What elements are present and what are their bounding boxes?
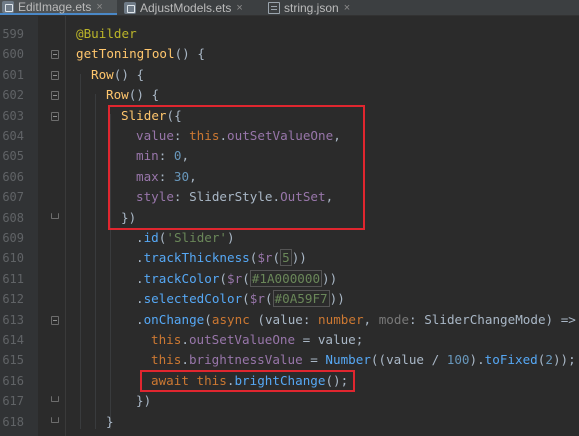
line-number: 599 [2,27,24,41]
code-line: 604 value: this.outSetValueOne, [0,126,579,146]
code-text: }) [121,209,137,225]
close-icon[interactable]: × [344,2,350,14]
code-line: 613 .onChange(async (value: number, mode… [0,310,579,330]
fold-icon[interactable] [51,70,59,80]
line-number: 618 [2,414,24,429]
code-text: .onChange(async (value: number, mode: Sl… [136,311,579,327]
fold-icon[interactable] [51,315,59,325]
tab-string-json[interactable]: string.json × [268,0,378,15]
line-number: 606 [2,169,24,184]
code-line: 608 }) [0,208,579,228]
line-number: 609 [2,231,24,245]
code-text: .id('Slider') [136,230,235,245]
line-number: 604 [2,129,24,143]
code-text: style: SliderStyle.OutSet, [136,189,334,205]
line-number: 616 [2,373,24,388]
fold-icon[interactable] [51,50,59,60]
code-text: await this.brightChange(); [151,372,349,388]
code-line: 599 @Builder [0,24,579,44]
editor-tab-bar: EditImage.ets × AdjustModels.ets × strin… [0,0,579,16]
code-text: }) [136,393,152,409]
code-line: 614 this.outSetValueOne = value; [0,330,579,350]
json-file-icon [268,2,280,14]
fold-icon[interactable] [51,111,59,121]
close-icon[interactable]: × [96,1,102,13]
code-text: Slider({ [121,107,182,123]
line-number: 607 [2,190,24,205]
line-number: 605 [2,149,24,164]
code-line: 601 Row() { [0,65,579,85]
code-text: .trackColor($r(#1A000000)) [136,269,338,287]
tab-label: EditImage.ets [18,0,92,14]
close-icon[interactable]: × [236,2,242,14]
fold-icon[interactable] [51,91,59,101]
code-line: 607 style: SliderStyle.OutSet, [0,187,579,207]
tab-label: AdjustModels.ets [140,1,232,15]
code-text: } [106,413,114,429]
code-text: this.brightnessValue = Number((value / 1… [151,352,576,368]
code-line: 616 await this.brightChange(); [0,371,579,391]
code-text: Row() { [91,66,145,82]
code-line: 618 } [0,412,579,432]
tab-adjustmodels[interactable]: AdjustModels.ets × [124,0,254,15]
code-text: this.outSetValueOne = value; [151,332,364,347]
code-line: 617 }) [0,391,579,411]
code-line: 602 Row() { [0,85,579,105]
ets-file-icon [124,2,136,14]
ets-file-icon [2,0,14,13]
code-text: .selectedColor($r(#0A59F7)) [136,290,345,308]
tab-label: string.json [284,1,339,15]
line-number: 601 [2,67,24,82]
fold-end-icon[interactable] [51,416,59,423]
code-text: Row() { [106,87,160,103]
code-line: 606 max: 30, [0,167,579,187]
line-number: 612 [2,292,24,307]
line-number: 602 [2,88,24,103]
fold-end-icon[interactable] [51,396,59,403]
line-number: 610 [2,251,24,266]
code-text: @Builder [76,26,137,41]
line-number: 600 [2,47,24,62]
line-number: 613 [2,312,24,327]
code-text: max: 30, [136,168,197,184]
line-number: 617 [2,394,24,409]
line-number: 615 [2,353,24,368]
code-line: 600 getToningTool() { [0,44,579,64]
code-line: 611 .trackColor($r(#1A000000)) [0,269,579,289]
code-line: 609 .id('Slider') [0,228,579,248]
line-number: 603 [2,108,24,123]
code-editor[interactable]: 599 @Builder 600 getToningTool() { 601 R… [0,16,579,436]
line-number: 614 [2,333,24,347]
code-line: 605 min: 0, [0,146,579,166]
fold-end-icon[interactable] [51,212,59,219]
code-line: 603 Slider({ [0,106,579,126]
code-text: min: 0, [136,148,190,164]
code-text: getToningTool() { [76,46,205,62]
code-text: .trackThickness($r(5)) [136,249,307,267]
line-number: 611 [2,271,24,286]
code-line: 610 .trackThickness($r(5)) [0,248,579,268]
tab-editimage[interactable]: EditImage.ets × [0,0,117,15]
code-text: value: this.outSetValueOne, [136,128,341,143]
line-number: 608 [2,210,24,225]
code-line: 615 this.brightnessValue = Number((value… [0,350,579,370]
code-line: 612 .selectedColor($r(#0A59F7)) [0,289,579,309]
